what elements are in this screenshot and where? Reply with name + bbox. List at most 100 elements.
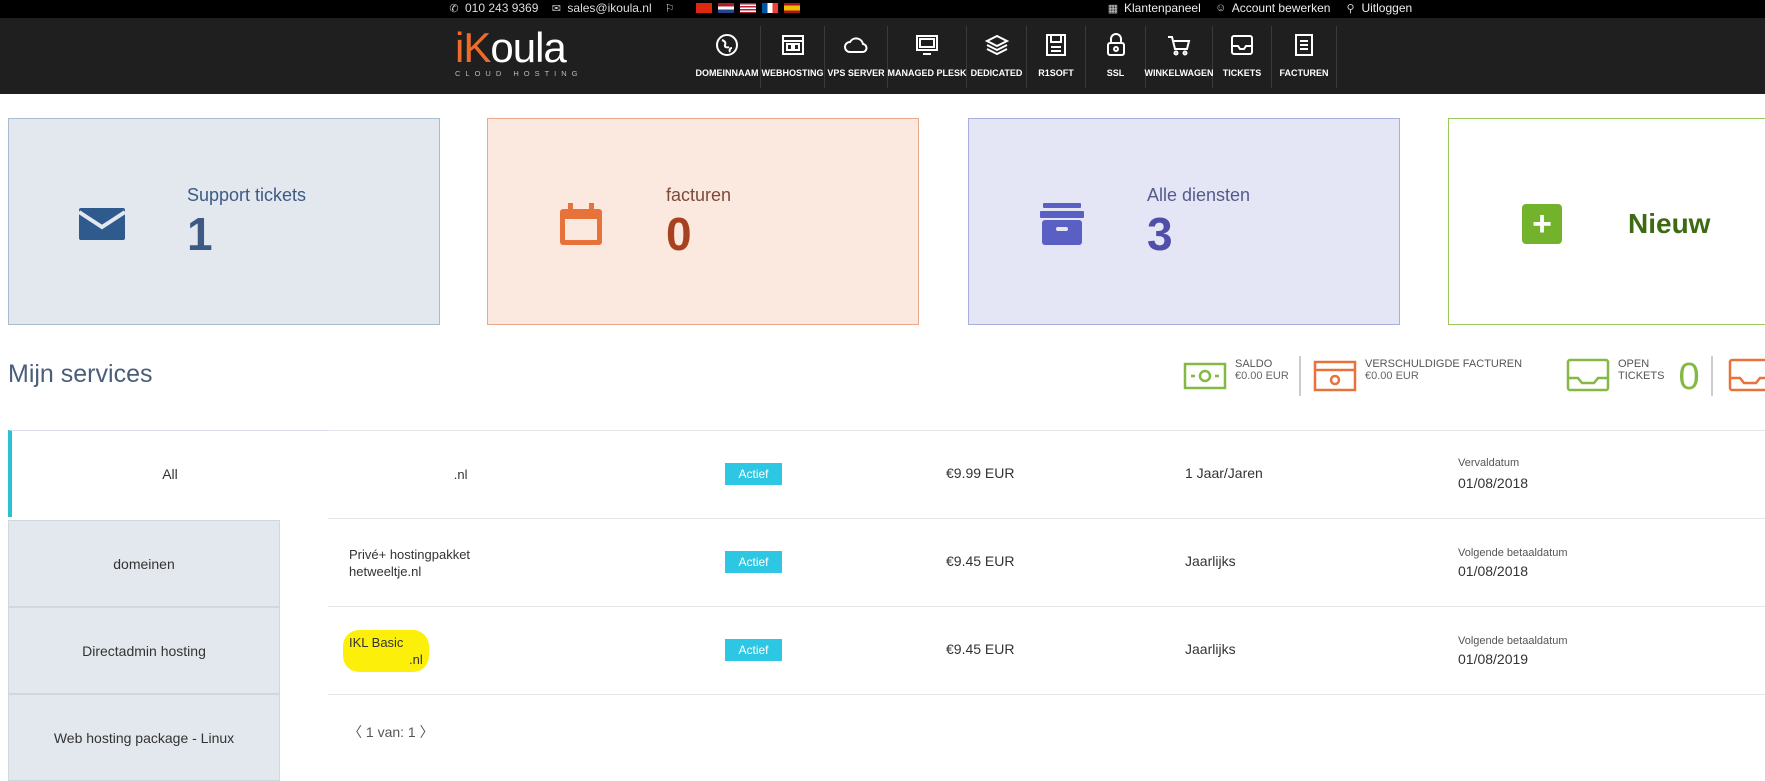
account-edit-label: Account bewerken	[1231, 1, 1331, 15]
user-icon: ☺	[1215, 2, 1227, 14]
floppy-icon	[1046, 34, 1066, 56]
flag-us-icon[interactable]	[739, 3, 756, 13]
language-flags	[695, 3, 806, 13]
nav-items: DOMEINNAAM WEBHOSTING VPS SERVER MANAGED…	[694, 26, 1337, 88]
card-value: 0	[666, 208, 692, 260]
nav-vps-server[interactable]: VPS SERVER	[825, 26, 888, 88]
nav-facturen[interactable]: FACTUREN	[1272, 26, 1337, 88]
sidebar-label: Directadmin hosting	[82, 642, 206, 659]
layout-icon	[781, 35, 804, 55]
date-label: Volgende betaaldatum	[1458, 635, 1568, 647]
top-bar: ✆ 010 243 9369 ✉ sales@ikoula.nl ⚐ ▦ Kla…	[0, 0, 1765, 18]
card-value: 3	[1147, 208, 1173, 260]
billing-cycle: Jaarlijks	[1185, 553, 1236, 569]
pagination: 〈 1 van: 1 〉	[348, 722, 434, 742]
invoices-card[interactable]: facturen 0	[487, 118, 919, 325]
flag-fr-icon[interactable]	[761, 3, 778, 13]
date-value: 01/08/2018	[1458, 475, 1529, 491]
panel-icon: ▦	[1107, 2, 1119, 15]
outstanding-value: €0.00 EUR	[1365, 370, 1419, 382]
document-icon	[1295, 34, 1313, 56]
date-value: 01/08/2019	[1458, 651, 1529, 667]
logout-link[interactable]: ⚲ Uitloggen	[1344, 1, 1412, 15]
open-tickets-count: 0	[1678, 356, 1700, 398]
card-label: Alle diensten	[1147, 185, 1251, 205]
logo-tagline: CLOUD HOSTING	[455, 69, 583, 78]
price: €9.45 EUR	[946, 553, 1015, 569]
archive-box-icon	[1040, 203, 1084, 245]
calendar-icon	[560, 203, 602, 245]
flag-cn-icon[interactable]	[695, 3, 712, 13]
nav-winkelwagen[interactable]: WINKELWAGEN	[1145, 26, 1214, 88]
email-address: sales@ikoula.nl	[567, 1, 652, 15]
sidebar-label: domeinen	[113, 555, 175, 572]
sidebar-item-directadmin[interactable]: Directadmin hosting	[8, 607, 280, 694]
monitor-icon	[916, 35, 938, 55]
billing-cycle: Jaarlijks	[1185, 641, 1236, 657]
tray-icon	[1728, 358, 1765, 392]
nav-webhosting[interactable]: WEBHOSTING	[761, 26, 825, 88]
outstanding-label: VERSCHULDIGDE FACTUREN	[1365, 358, 1523, 370]
new-label: Nieuw	[1628, 208, 1711, 239]
prev-page-button[interactable]: 〈	[348, 724, 362, 740]
ikoula-logo[interactable]: iKoula CLOUD HOSTING	[455, 25, 585, 85]
nav-ssl[interactable]: SSL	[1086, 26, 1146, 88]
date-label: Vervaldatum	[1458, 457, 1520, 469]
sidebar-item-web-hosting-linux[interactable]: Web hosting package - Linux	[8, 694, 280, 781]
nav-domeinnaam[interactable]: DOMEINNAAM	[694, 26, 761, 88]
card-value: 1	[187, 208, 213, 260]
cart-icon	[1168, 36, 1191, 56]
email-contact[interactable]: ✉ sales@ikoula.nl	[550, 1, 652, 15]
account-edit-link[interactable]: ☺ Account bewerken	[1215, 1, 1331, 15]
balance-stat: SALDO €0.00 EUR	[1183, 358, 1289, 392]
open-tickets-stat: OPEN TICKETS 0	[1566, 358, 1700, 396]
phone-number: 010 243 9369	[465, 1, 539, 15]
page-indicator: 1 van: 1	[365, 724, 416, 740]
phone-contact[interactable]: ✆ 010 243 9369	[448, 1, 538, 15]
card-label: facturen	[666, 185, 732, 205]
nav-managed-plesk[interactable]: MANAGED PLESK	[888, 26, 967, 88]
status-badge: Actief	[725, 639, 782, 661]
table-row[interactable]: IKL Basic .nl Actief €9.45 EUR Jaarlijks…	[328, 606, 1765, 693]
all-services-card[interactable]: Alle diensten 3	[968, 118, 1400, 325]
stat-divider	[1299, 356, 1301, 396]
status-badge: Actief	[725, 463, 782, 485]
inbox-icon	[1566, 358, 1610, 392]
next-page-button[interactable]: 〉	[420, 724, 434, 740]
sidebar-item-domeinen[interactable]: domeinen	[8, 520, 280, 607]
flag-icon[interactable]: ⚐	[664, 2, 676, 15]
stat-divider	[1711, 356, 1713, 396]
logout-label: Uitloggen	[1361, 1, 1413, 15]
new-order-card[interactable]: + Nieuw	[1448, 118, 1765, 325]
nav-dedicated[interactable]: DEDICATED	[967, 26, 1027, 88]
my-services-title: Mijn services	[8, 360, 153, 388]
date-value: 01/08/2018	[1458, 563, 1529, 579]
sidebar-label: Web hosting package - Linux	[53, 729, 235, 746]
sidebar-item-all[interactable]: All	[8, 430, 328, 517]
phone-icon: ✆	[449, 2, 459, 15]
highlighted-service-name: IKL Basic .nl	[343, 630, 429, 672]
envelope-icon	[77, 208, 127, 240]
client-panel-label: Klantenpaneel	[1124, 1, 1201, 15]
table-row[interactable]: .nl Actief €9.99 EUR 1 Jaar/Jaren Verval…	[328, 430, 1765, 517]
service-name: .nl	[453, 467, 468, 482]
nav-r1soft[interactable]: R1SOFT	[1027, 26, 1086, 88]
date-label: Volgende betaaldatum	[1458, 547, 1568, 559]
flag-nl-icon[interactable]	[717, 3, 734, 13]
sidebar-label: All	[162, 466, 178, 482]
outstanding-invoices-stat: VERSCHULDIGDE FACTUREN €0.00 EUR	[1313, 358, 1522, 392]
tickets-label: TICKETS	[1618, 370, 1665, 382]
cash-icon	[1183, 362, 1227, 390]
unlock-icon: ⚲	[1346, 2, 1355, 15]
price: €9.99 EUR	[946, 465, 1015, 481]
price: €9.45 EUR	[946, 641, 1015, 657]
flag-es-icon[interactable]	[783, 3, 800, 13]
client-panel-link[interactable]: ▦ Klantenpaneel	[1107, 1, 1201, 15]
lock-icon	[1106, 33, 1125, 56]
table-row[interactable]: Privé+ hostingpakket hetweeltje.nl Actie…	[328, 518, 1765, 605]
row-divider	[328, 694, 1765, 695]
globe-icon	[716, 34, 738, 56]
support-tickets-card[interactable]: Support tickets 1	[8, 118, 440, 325]
inbox-icon	[1231, 35, 1253, 55]
nav-tickets[interactable]: TICKETS	[1213, 26, 1272, 88]
